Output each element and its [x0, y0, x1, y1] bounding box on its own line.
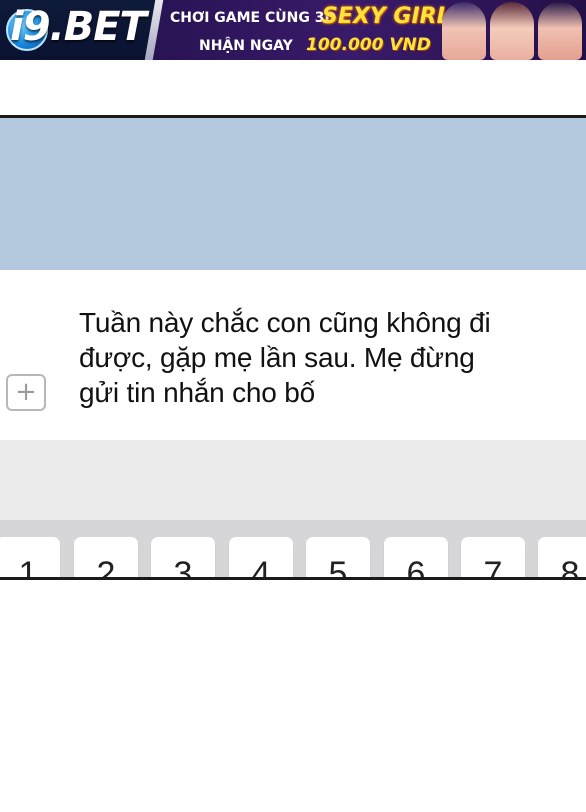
banner-logo: i9.BET	[10, 4, 147, 50]
plus-icon: +	[15, 376, 37, 407]
character-figure	[490, 2, 534, 60]
add-attachment-button[interactable]: +	[6, 374, 46, 411]
banner-promo-line-1: CHƠI GAME CÙNG 3D	[170, 10, 337, 26]
message-input[interactable]: Tuần này chắc con cũng không đi được, gặ…	[79, 305, 519, 410]
banner-promo-line-2: NHẬN NGAY	[199, 38, 293, 54]
character-figure	[442, 2, 486, 60]
key-3[interactable]: 3	[151, 537, 215, 577]
key-8[interactable]: 8	[538, 537, 586, 577]
ad-banner[interactable]: i9.BET CHƠI GAME CÙNG 3D SEXY GIRL NHẬN …	[0, 0, 586, 60]
banner-promo-highlight: SEXY GIRL	[322, 4, 451, 29]
banner-promo-amount: 100.000 VND	[306, 35, 431, 55]
banner-characters-image	[440, 0, 586, 60]
key-1[interactable]: 1	[0, 537, 60, 577]
key-7[interactable]: 7	[461, 537, 525, 577]
key-4[interactable]: 4	[229, 537, 293, 577]
keyboard-suggestion-bar	[0, 440, 586, 520]
chat-history-area	[0, 118, 586, 270]
keyboard: 1 2 3 4 5 6 7 8	[0, 520, 586, 577]
panel-border-bottom	[0, 577, 586, 580]
key-6[interactable]: 6	[384, 537, 448, 577]
banner-logo-area: i9.BET	[0, 0, 160, 60]
character-figure	[538, 2, 582, 60]
key-5[interactable]: 5	[306, 537, 370, 577]
key-2[interactable]: 2	[74, 537, 138, 577]
